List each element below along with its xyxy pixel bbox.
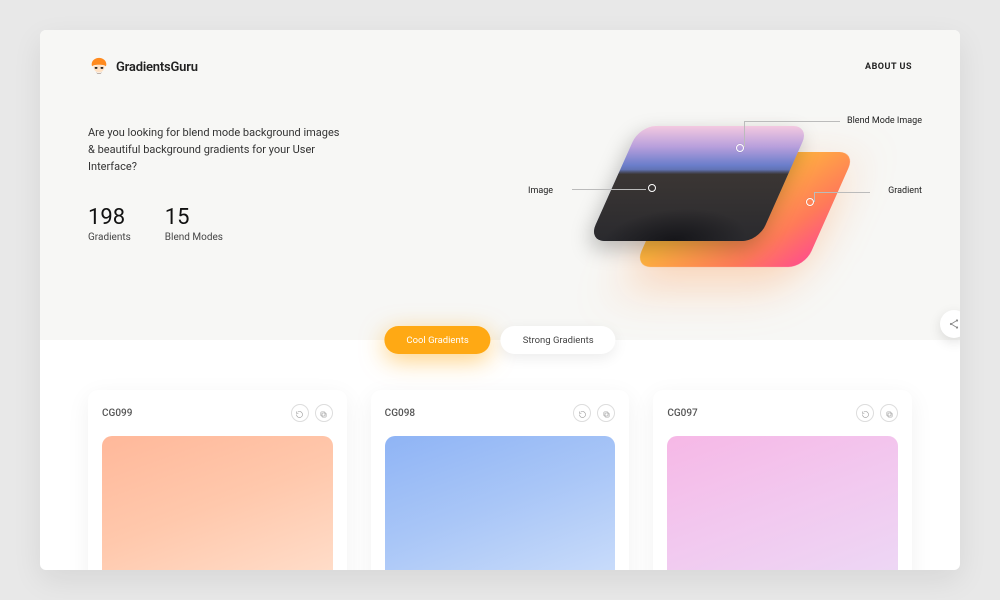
- tab-cool-gradients[interactable]: Cool Gradients: [384, 326, 490, 354]
- gradient-swatch: [385, 436, 616, 570]
- card-header: CG097: [667, 404, 898, 422]
- rotate-icon: [295, 404, 304, 423]
- illus-label-blend: Blend Mode Image: [847, 116, 922, 126]
- card-actions: [573, 404, 615, 422]
- top-nav: GradientsGuru ABOUT US: [88, 56, 912, 78]
- card-id: CG097: [667, 408, 697, 419]
- rotate-icon: [578, 404, 587, 423]
- card-header: CG098: [385, 404, 616, 422]
- copy-icon: [602, 404, 611, 423]
- copy-button[interactable]: [315, 404, 333, 422]
- brand-logo[interactable]: GradientsGuru: [88, 56, 198, 78]
- gradient-swatch: [102, 436, 333, 570]
- card-actions: [291, 404, 333, 422]
- stat-label: Blend Modes: [165, 232, 223, 243]
- copy-icon: [319, 404, 328, 423]
- card-id: CG099: [102, 408, 132, 419]
- rotate-button[interactable]: [856, 404, 874, 422]
- stat-value: 198: [88, 205, 131, 230]
- hero-section: GradientsGuru ABOUT US Are you looking f…: [40, 30, 960, 340]
- leader-line-icon: [572, 189, 646, 190]
- stat-blendmodes: 15 Blend Modes: [165, 205, 223, 243]
- rotate-icon: [861, 404, 870, 423]
- stat-gradients: 198 Gradients: [88, 205, 131, 243]
- share-icon: [948, 315, 960, 334]
- leader-line-icon: [744, 121, 745, 147]
- leader-line-icon: [744, 121, 840, 122]
- stat-label: Gradients: [88, 232, 131, 243]
- copy-icon: [885, 404, 894, 423]
- gradient-card[interactable]: CG097: [653, 390, 912, 570]
- hero-illustration: Image Blend Mode Image Gradient: [540, 124, 900, 324]
- copy-button[interactable]: [597, 404, 615, 422]
- tab-strong-gradients[interactable]: Strong Gradients: [501, 326, 616, 354]
- brand-name: GradientsGuru: [116, 60, 198, 75]
- category-tabs: Cool Gradients Strong Gradients: [384, 326, 615, 354]
- card-header: CG099: [102, 404, 333, 422]
- gradient-card[interactable]: CG099: [88, 390, 347, 570]
- marker-dot-icon: [806, 198, 814, 206]
- rotate-button[interactable]: [573, 404, 591, 422]
- copy-button[interactable]: [880, 404, 898, 422]
- page-root: GradientsGuru ABOUT US Are you looking f…: [40, 30, 960, 570]
- about-link[interactable]: ABOUT US: [865, 62, 912, 72]
- marker-dot-icon: [736, 144, 744, 152]
- card-actions: [856, 404, 898, 422]
- leader-line-icon: [814, 192, 870, 193]
- leader-line-icon: [814, 192, 815, 202]
- marker-dot-icon: [648, 184, 656, 192]
- illus-label-gradient: Gradient: [888, 186, 922, 196]
- gradient-grid: CG099 CG098 CG097: [40, 390, 960, 570]
- gradient-swatch: [667, 436, 898, 570]
- guru-face-icon: [88, 56, 110, 78]
- hero-tagline: Are you looking for blend mode backgroun…: [88, 124, 348, 175]
- stat-value: 15: [165, 205, 223, 230]
- card-id: CG098: [385, 408, 415, 419]
- illus-label-image: Image: [528, 186, 553, 196]
- rotate-button[interactable]: [291, 404, 309, 422]
- gradient-card[interactable]: CG098: [371, 390, 630, 570]
- share-button[interactable]: [940, 310, 960, 338]
